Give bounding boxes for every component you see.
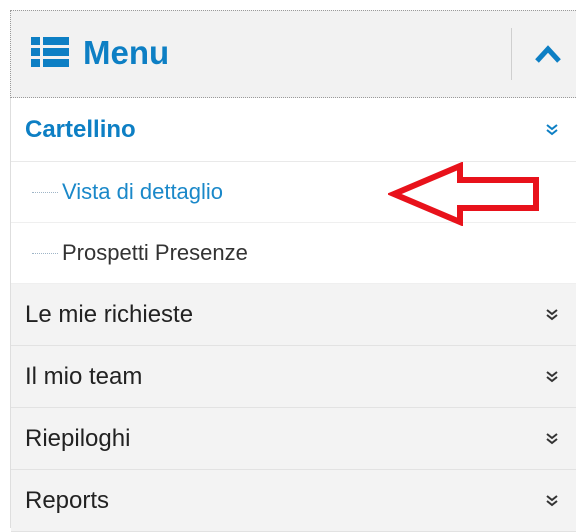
double-chevron-down-icon <box>546 433 558 445</box>
category-label: Reports <box>25 487 110 514</box>
double-chevron-down-icon <box>546 124 558 136</box>
header-divider <box>511 28 512 80</box>
menu-header: Menu <box>10 10 576 98</box>
chevron-up-icon[interactable] <box>533 41 563 67</box>
tree-connector <box>32 192 58 193</box>
category-il-mio-team[interactable]: Il mio team <box>11 346 576 408</box>
double-chevron-down-icon <box>546 495 558 507</box>
menu-title: Menu <box>83 34 170 71</box>
category-label: Cartellino <box>25 116 136 143</box>
category-label: Le mie richieste <box>25 301 194 328</box>
category-label: Il mio team <box>25 363 143 390</box>
submenu-label: Prospetti Presenze <box>62 240 248 265</box>
category-cartellino[interactable]: Cartellino <box>11 98 576 162</box>
list-icon <box>31 37 69 67</box>
category-reports[interactable]: Reports <box>11 470 576 532</box>
submenu-label: Vista di dettaglio <box>62 179 224 204</box>
category-riepiloghi[interactable]: Riepiloghi <box>11 408 576 470</box>
tree-connector <box>32 253 58 254</box>
category-label: Riepiloghi <box>25 425 131 452</box>
double-chevron-down-icon <box>546 371 558 383</box>
category-le-mie-richieste[interactable]: Le mie richieste <box>11 284 576 346</box>
double-chevron-down-icon <box>546 309 558 321</box>
submenu-item-prospetti-presenze[interactable]: Prospetti Presenze <box>11 223 576 284</box>
annotation-arrow-icon <box>388 162 539 226</box>
